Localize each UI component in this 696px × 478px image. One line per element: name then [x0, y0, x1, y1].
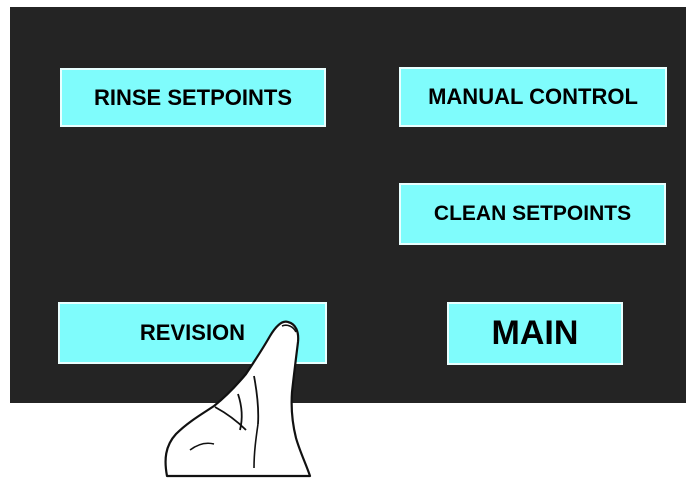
rinse-setpoints-button[interactable]: RINSE SETPOINTS — [60, 68, 326, 127]
revision-button[interactable]: REVISION — [58, 302, 327, 364]
main-button[interactable]: MAIN — [447, 302, 623, 365]
manual-control-button[interactable]: MANUAL CONTROL — [399, 67, 667, 127]
hmi-touch-panel: RINSE SETPOINTS MANUAL CONTROL CLEAN SET… — [10, 7, 686, 403]
clean-setpoints-button[interactable]: CLEAN SETPOINTS — [399, 183, 666, 245]
hmi-screen-stage: RINSE SETPOINTS MANUAL CONTROL CLEAN SET… — [0, 0, 696, 478]
